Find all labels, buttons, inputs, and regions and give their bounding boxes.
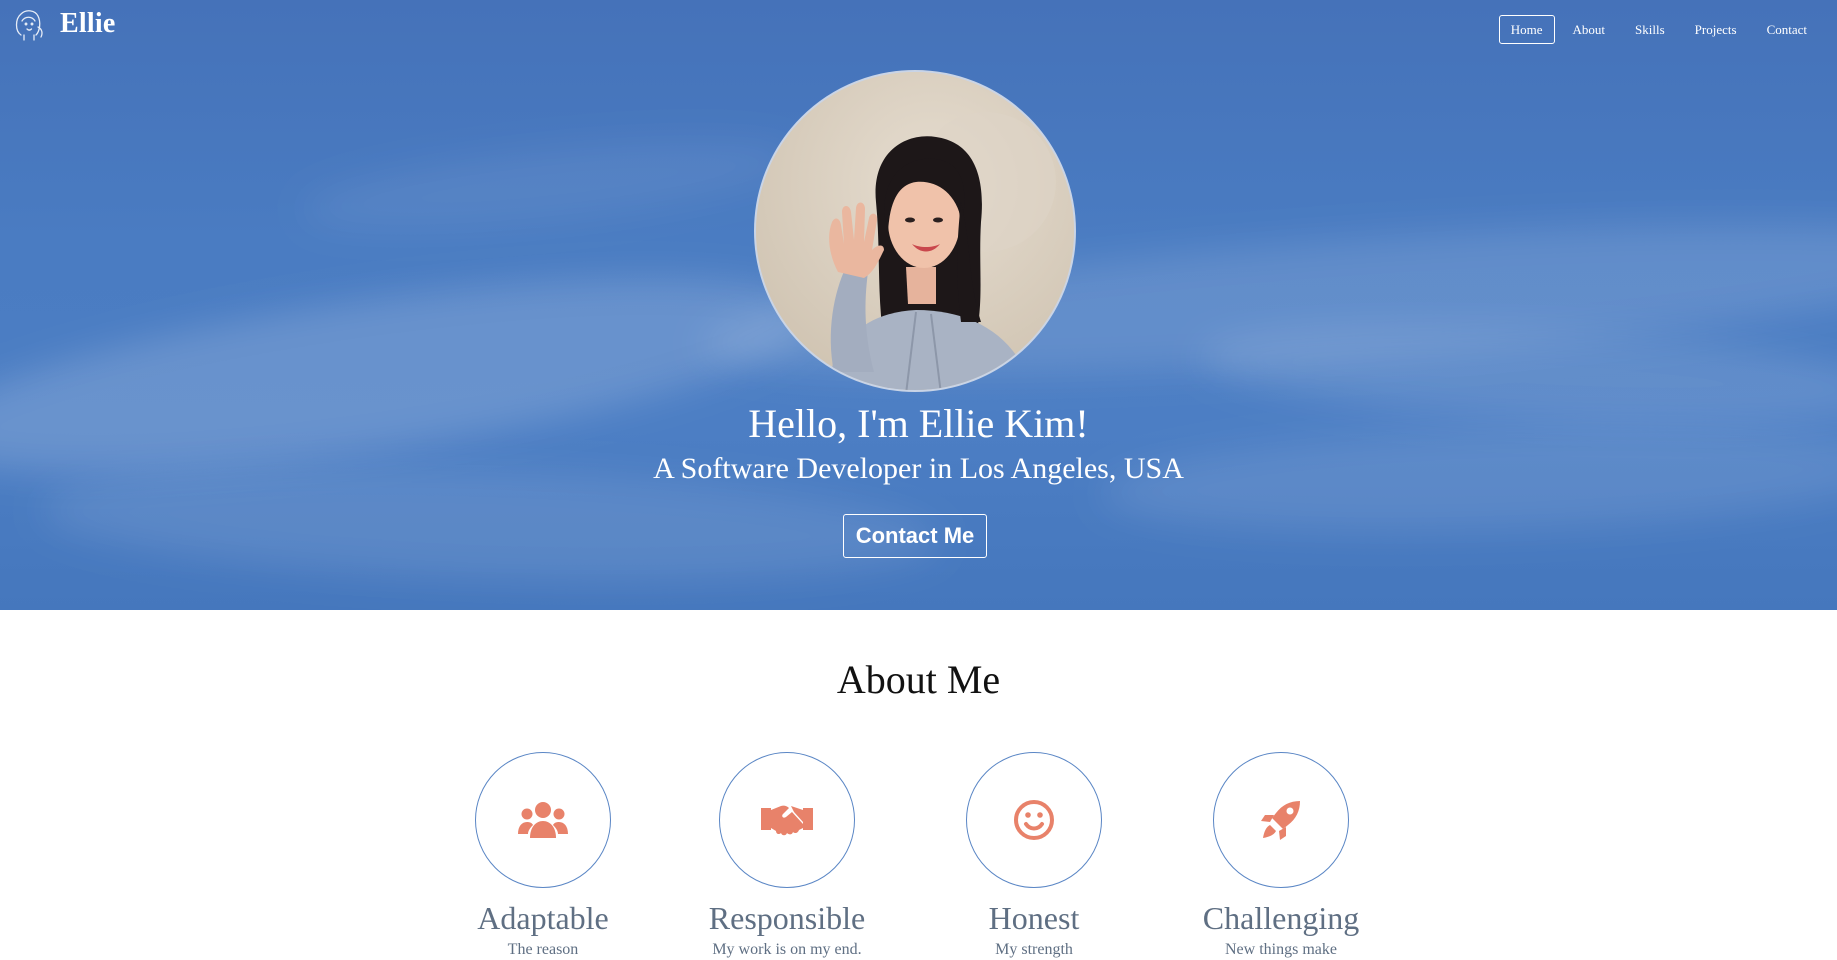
nav-menu: Home About Skills Projects Contact — [1493, 15, 1819, 44]
about-section-title: About Me — [836, 657, 1001, 702]
value-icon-circle — [475, 752, 611, 888]
brand[interactable]: Ellie — [12, 7, 115, 41]
value-icon-circle — [966, 752, 1102, 888]
value-icon-circle — [719, 752, 855, 888]
value-icon-circle — [1213, 752, 1349, 888]
value-title: Challenging — [1202, 900, 1360, 936]
nav-item-projects[interactable]: Projects — [1683, 15, 1749, 44]
value-title: Honest — [988, 900, 1080, 936]
value-desc: My work is on my end. — [712, 941, 862, 958]
value-title: Adaptable — [477, 900, 609, 936]
nav-item-skills[interactable]: Skills — [1623, 15, 1677, 44]
about-values: Adaptable The reason Responsible My work… — [0, 752, 1837, 960]
rocket-icon — [1261, 801, 1300, 840]
hero-title: Hello, I'm Ellie Kim! — [748, 401, 1089, 446]
nav-item-about[interactable]: About — [1561, 15, 1618, 44]
profile-photo — [754, 70, 1076, 392]
value-card-honest: Honest My strength — [914, 752, 1154, 959]
nav-item-contact[interactable]: Contact — [1755, 15, 1819, 44]
value-card-adaptable: Adaptable The reason — [423, 752, 663, 959]
profile-photo-illustration — [756, 72, 1074, 390]
brand-name: Ellie — [60, 8, 116, 39]
value-card-challenging: Challenging New things make — [1161, 752, 1401, 959]
navbar: Ellie Home About Skills Projects Contact — [0, 0, 1837, 56]
handshake-icon — [761, 805, 813, 836]
users-icon — [518, 802, 568, 838]
value-title: Responsible — [708, 900, 866, 936]
value-desc: New things make — [1225, 941, 1337, 958]
value-card-responsible: Responsible My work is on my end. — [667, 752, 907, 959]
nav-item-home[interactable]: Home — [1498, 15, 1555, 44]
value-desc: The reason — [507, 941, 579, 958]
hero-subtitle: A Software Developer in Los Angeles, USA — [653, 452, 1184, 485]
value-desc: My strength — [995, 941, 1073, 958]
smile-icon — [1014, 800, 1054, 840]
girl-sketch-logo-icon — [15, 10, 43, 41]
contact-me-button[interactable]: Contact Me — [843, 514, 987, 558]
cloud-decoration — [297, 124, 803, 246]
hero-section: Ellie Home About Skills Projects Contact — [0, 0, 1837, 610]
